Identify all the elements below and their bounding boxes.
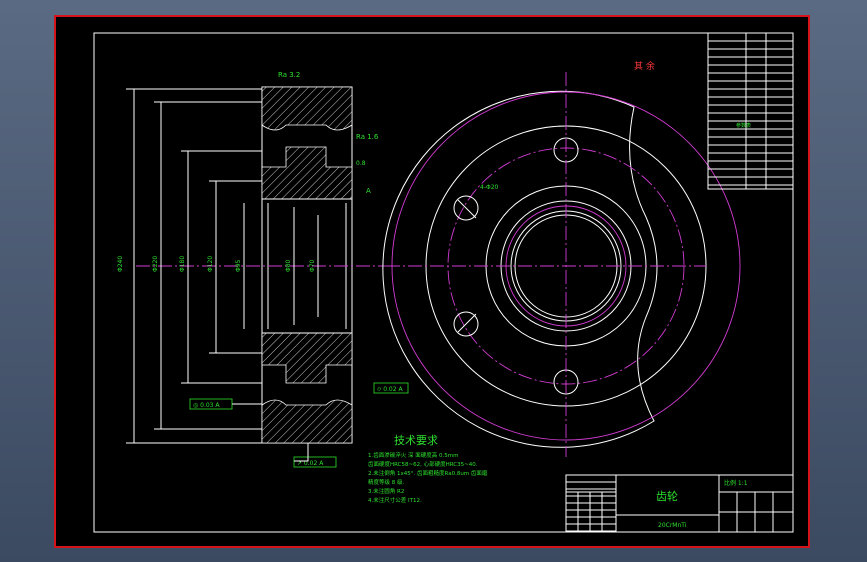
part-material: 20CrMnTi bbox=[658, 522, 687, 529]
gear-drawing: Φ240 Φ220 Φ180 Φ120 Φ95 Φ80 Φ70 Ra 3.2 R… bbox=[93, 32, 794, 533]
section-hatch-upper bbox=[261, 146, 353, 200]
tolerance-text-1: ◎ 0.03 A bbox=[193, 402, 220, 409]
outer-profile bbox=[382, 90, 658, 448]
dim-d7: Φ70 bbox=[309, 259, 316, 272]
section-hatch-bottom bbox=[261, 399, 353, 444]
dim-d3: Φ180 bbox=[179, 256, 186, 272]
section-hatch-lower bbox=[261, 332, 353, 384]
corner-note: 其 余 bbox=[634, 60, 655, 72]
tech-requirements: 技术要求 1.齿面渗碳淬火 深 面硬度高 0.5mm 齿面硬度HRC58~62,… bbox=[368, 434, 488, 504]
roughness-label: 0.8 bbox=[356, 160, 366, 167]
params-header: 参数表 bbox=[736, 122, 751, 129]
title-block: 齿轮 20CrMnTi 比例 1:1 bbox=[565, 474, 794, 533]
dim-d6: Φ80 bbox=[285, 259, 292, 272]
cad-viewport[interactable]: Φ240 Φ220 Φ180 Φ120 Φ95 Φ80 Φ70 Ra 3.2 R… bbox=[0, 0, 867, 562]
svg-text:2.未注倒角 1x45°. 齿面粗糙度Ra0.8um 齿面磨: 2.未注倒角 1x45°. 齿面粗糙度Ra0.8um 齿面磨 bbox=[368, 469, 488, 477]
roughness-top: Ra 3.2 bbox=[278, 71, 300, 79]
svg-text:3.未注圆角 R2: 3.未注圆角 R2 bbox=[368, 487, 404, 495]
svg-text:精度等级 8 级.: 精度等级 8 级. bbox=[368, 478, 404, 486]
tolerance-text-2: ⌭ 0.02 A bbox=[377, 386, 403, 393]
section-view: Φ240 Φ220 Φ180 Φ120 Φ95 Φ80 Φ70 Ra 3.2 R… bbox=[117, 71, 409, 468]
svg-text:齿面硬度HRC58~62, 心部硬度HRC35~40.: 齿面硬度HRC58~62, 心部硬度HRC35~40. bbox=[368, 460, 478, 468]
dim-d2: Φ220 bbox=[152, 256, 159, 272]
dim-d1: Φ240 bbox=[117, 256, 124, 272]
dim-d4: Φ120 bbox=[207, 256, 214, 272]
front-view: 4-Φ20 其 余 bbox=[382, 60, 741, 457]
datum-label: A bbox=[366, 187, 371, 195]
scale-note: 比例 1:1 bbox=[724, 479, 748, 487]
tech-title: 技术要求 bbox=[394, 434, 438, 447]
dim-d5: Φ95 bbox=[235, 259, 242, 272]
svg-text:4.未注尺寸公差 IT12.: 4.未注尺寸公差 IT12. bbox=[368, 496, 422, 504]
roughness-right: Ra 1.6 bbox=[356, 133, 379, 141]
hole-note: 4-Φ20 bbox=[480, 184, 499, 191]
parameter-table: 参数表 bbox=[707, 32, 794, 190]
svg-text:1.齿面渗碳淬火 深 面硬度高 0.5mm: 1.齿面渗碳淬火 深 面硬度高 0.5mm bbox=[368, 451, 458, 459]
section-hatch-top bbox=[261, 86, 353, 131]
part-title: 齿轮 bbox=[656, 489, 678, 503]
section-outline bbox=[261, 86, 353, 444]
drawing-canvas[interactable]: Φ240 Φ220 Φ180 Φ120 Φ95 Φ80 Φ70 Ra 3.2 R… bbox=[54, 15, 810, 548]
